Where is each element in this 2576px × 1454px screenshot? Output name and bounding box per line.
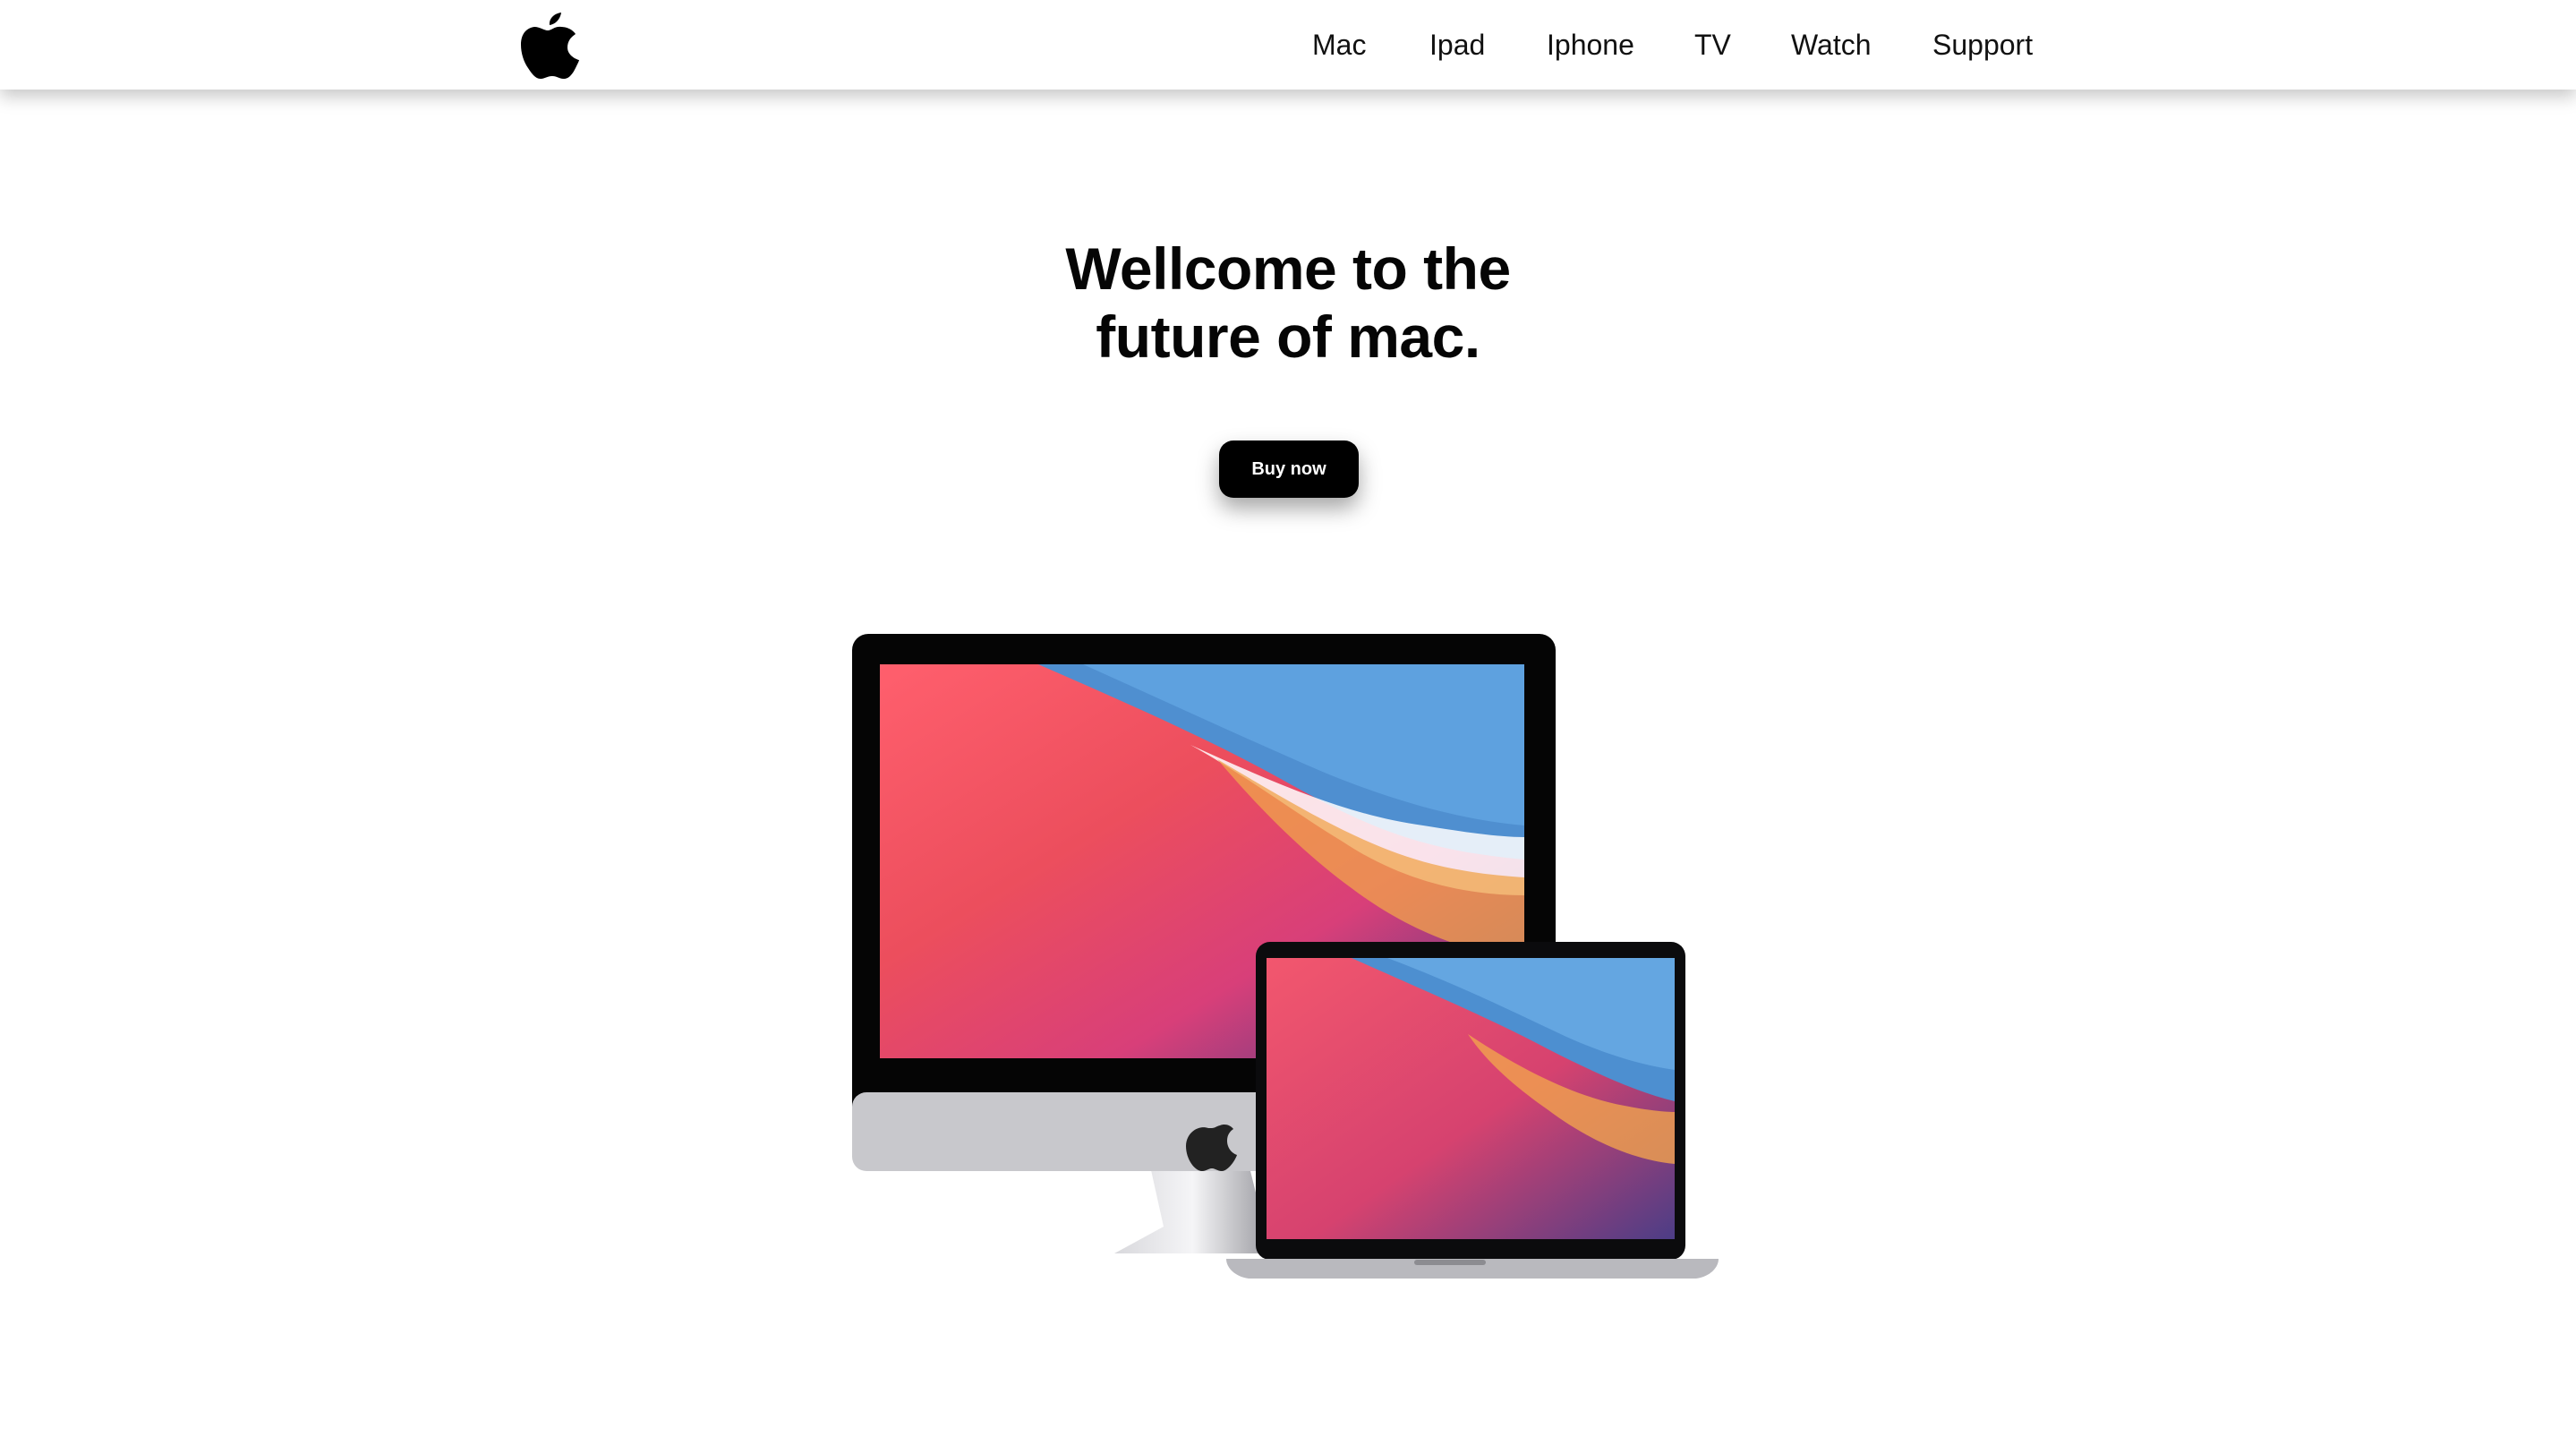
buy-now-button[interactable]: Buy now: [1219, 440, 1359, 498]
nav-item-watch[interactable]: Watch: [1791, 0, 1872, 90]
nav-item-iphone[interactable]: Iphone: [1547, 0, 1634, 90]
nav-item-tv[interactable]: TV: [1694, 0, 1731, 90]
hero-title-line-1: Wellcome to the: [1065, 235, 1511, 303]
nav-item-ipad[interactable]: Ipad: [1429, 0, 1485, 90]
imac-and-macbook-illustration: [852, 634, 1719, 1279]
top-navbar: Mac Ipad Iphone TV Watch Support: [0, 0, 2576, 90]
nav-item-mac[interactable]: Mac: [1312, 0, 1366, 90]
main-nav: Mac Ipad Iphone TV Watch Support: [1253, 0, 2059, 90]
nav-item-support[interactable]: Support: [1932, 0, 2033, 90]
hero-title-line-2: future of mac.: [1096, 304, 1480, 371]
apple-logo-icon[interactable]: [521, 11, 580, 81]
hero-title: Wellcome to the future of mac.: [0, 235, 2576, 371]
